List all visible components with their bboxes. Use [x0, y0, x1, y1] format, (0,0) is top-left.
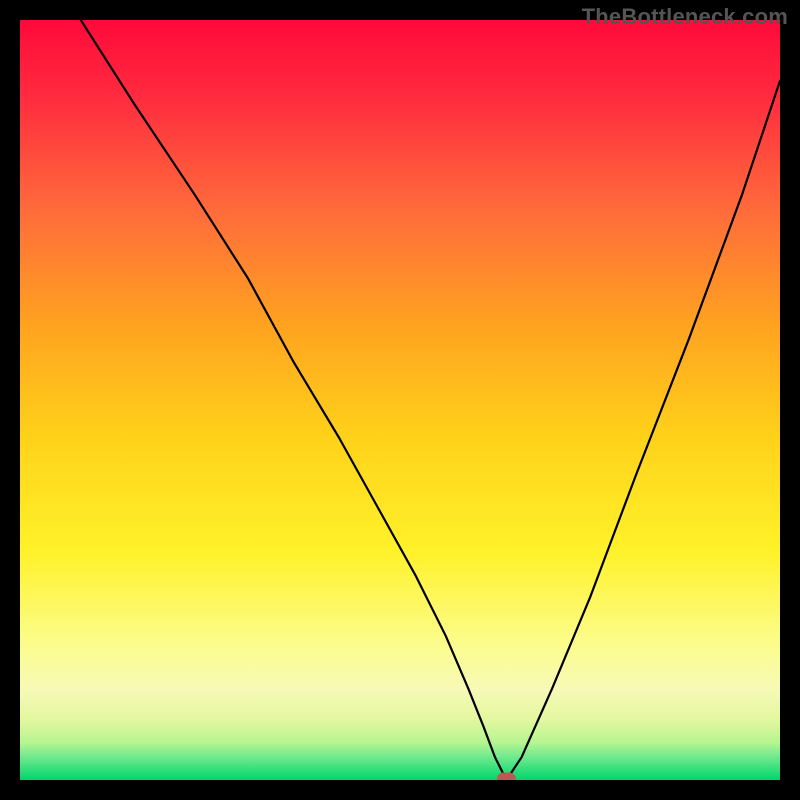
minimum-marker — [497, 773, 515, 780]
watermark-text: TheBottleneck.com — [582, 4, 788, 30]
bottleneck-curve — [81, 20, 780, 780]
plot-area — [20, 20, 780, 780]
curve-layer — [20, 20, 780, 780]
chart-frame: TheBottleneck.com — [0, 0, 800, 800]
